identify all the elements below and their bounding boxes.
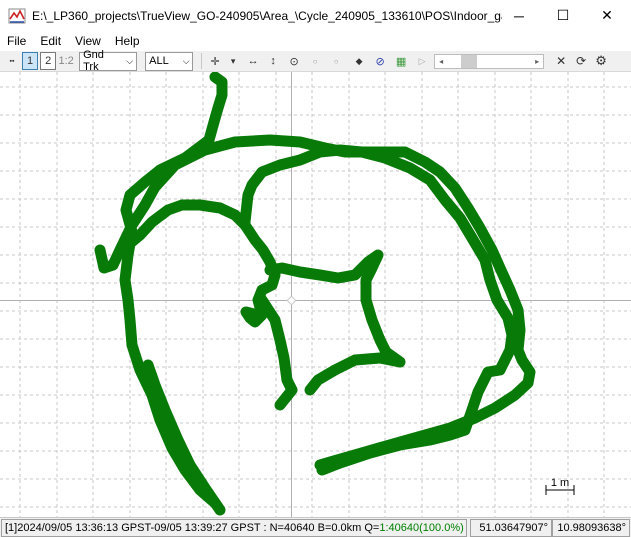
app-icon: [8, 8, 26, 23]
maximize-button[interactable]: ☐: [541, 0, 585, 31]
scroll-left-icon[interactable]: ◂: [435, 57, 447, 66]
animate-button[interactable]: ▷: [414, 52, 430, 70]
ground-track: [94, 72, 536, 516]
solution-filter-value: ALL: [149, 55, 169, 67]
close-window-button[interactable]: ✕: [585, 0, 629, 31]
scale-label: 1 m: [551, 477, 569, 489]
track-segment: [256, 294, 298, 411]
plot-grid: [0, 72, 631, 517]
plot-12-button[interactable]: 1:2: [58, 52, 74, 70]
show-errors-button[interactable]: ○: [328, 52, 344, 70]
dropdown-arrow-icon: ▾: [230, 55, 236, 66]
map-image-icon: ▦: [395, 55, 407, 68]
solution-filter-select[interactable]: ALL ⌵: [145, 51, 194, 71]
cursor-center-button[interactable]: ✛: [207, 52, 223, 70]
menu-help[interactable]: Help: [108, 34, 147, 48]
diamond-icon: ◆: [355, 55, 363, 66]
map-origin-marker: [286, 295, 297, 306]
minimize-icon: ─: [514, 7, 524, 24]
track-segment: [122, 199, 281, 328]
globe-icon: ⊘: [375, 55, 385, 68]
show-image-button[interactable]: ▦: [393, 52, 409, 70]
plot-2-button[interactable]: 2: [40, 52, 57, 70]
menu-view[interactable]: View: [68, 34, 108, 48]
status-bar: [1]2024/09/05 13:36:13 GPST-09/05 13:39:…: [0, 517, 631, 537]
fit-width-icon: ↔: [247, 55, 259, 67]
fit-height-icon: ↕: [270, 55, 276, 67]
reload-button[interactable]: ⟳: [573, 52, 589, 70]
solution-status: [1]2024/09/05 13:36:13 GPST-09/05 13:39:…: [1, 518, 467, 537]
menu-edit[interactable]: Edit: [33, 34, 68, 48]
track-plot-area[interactable]: 1 m: [0, 72, 631, 517]
small-circle-icon: ○: [312, 56, 318, 66]
show-markers-button[interactable]: ◆: [351, 52, 367, 70]
track-segment: [239, 144, 518, 476]
quality-count: 1:40640(100.0%): [379, 521, 464, 534]
show-points-button[interactable]: ○: [307, 52, 323, 70]
menu-bar: File Edit View Help: [0, 31, 631, 51]
fit-vertical-button[interactable]: ↕: [265, 52, 281, 70]
close-icon: ✕: [556, 54, 567, 68]
track-plot[interactable]: 1 m: [0, 72, 631, 517]
close-icon: ✕: [601, 7, 613, 23]
maximize-icon: ☐: [556, 7, 570, 23]
menu-file[interactable]: File: [0, 34, 33, 48]
solution-summary: [1]2024/09/05 13:36:13 GPST-09/05 13:39:…: [5, 521, 380, 534]
plot-1-button[interactable]: 1: [22, 52, 39, 70]
time-scrollbar[interactable]: ◂ ▸: [434, 53, 545, 69]
latitude-readout: 51.03647907°: [470, 518, 552, 537]
scroll-right-icon[interactable]: ▸: [531, 57, 543, 66]
gear-icon: ⚙: [595, 53, 607, 68]
track-segment: [142, 359, 226, 516]
toolbar-grip-icon[interactable]: ▪▪: [4, 52, 20, 70]
minimize-button[interactable]: ─: [497, 0, 541, 31]
toolbar-separator: [201, 53, 203, 69]
track-type-select[interactable]: Gnd Trk ⌵: [79, 49, 138, 73]
crosshair-icon: ✛: [210, 55, 220, 68]
target-icon: ⊙: [289, 55, 299, 68]
longitude-readout: 10.98093638°: [552, 518, 630, 537]
chevron-down-icon: ⌵: [126, 55, 134, 66]
chevron-down-icon: ⌵: [182, 55, 190, 66]
clear-button[interactable]: ✕: [553, 52, 569, 70]
refresh-icon: ⟳: [576, 54, 587, 68]
track-type-value: Gnd Trk: [83, 49, 104, 73]
toolbar: ▪▪ 1 2 1:2 Gnd Trk ⌵ ALL ⌵ ✛ ▾ ↔ ↕ ⊙ ○ ○…: [0, 49, 631, 73]
fit-horizontal-button[interactable]: ↔: [245, 52, 261, 70]
play-icon: ▷: [418, 55, 426, 66]
window-title: E:\_LP360_projects\TrueView_GO-240905\Ar…: [32, 8, 502, 23]
settings-button[interactable]: ⚙: [593, 52, 609, 70]
show-map-button[interactable]: ⊘: [372, 52, 388, 70]
show-origin-button[interactable]: ⊙: [286, 52, 302, 70]
scroll-thumb[interactable]: [461, 54, 478, 68]
small-circle-icon: ○: [333, 56, 339, 66]
center-options-dropdown[interactable]: ▾: [225, 52, 241, 70]
title-bar: E:\_LP360_projects\TrueView_GO-240905\Ar…: [0, 0, 631, 31]
